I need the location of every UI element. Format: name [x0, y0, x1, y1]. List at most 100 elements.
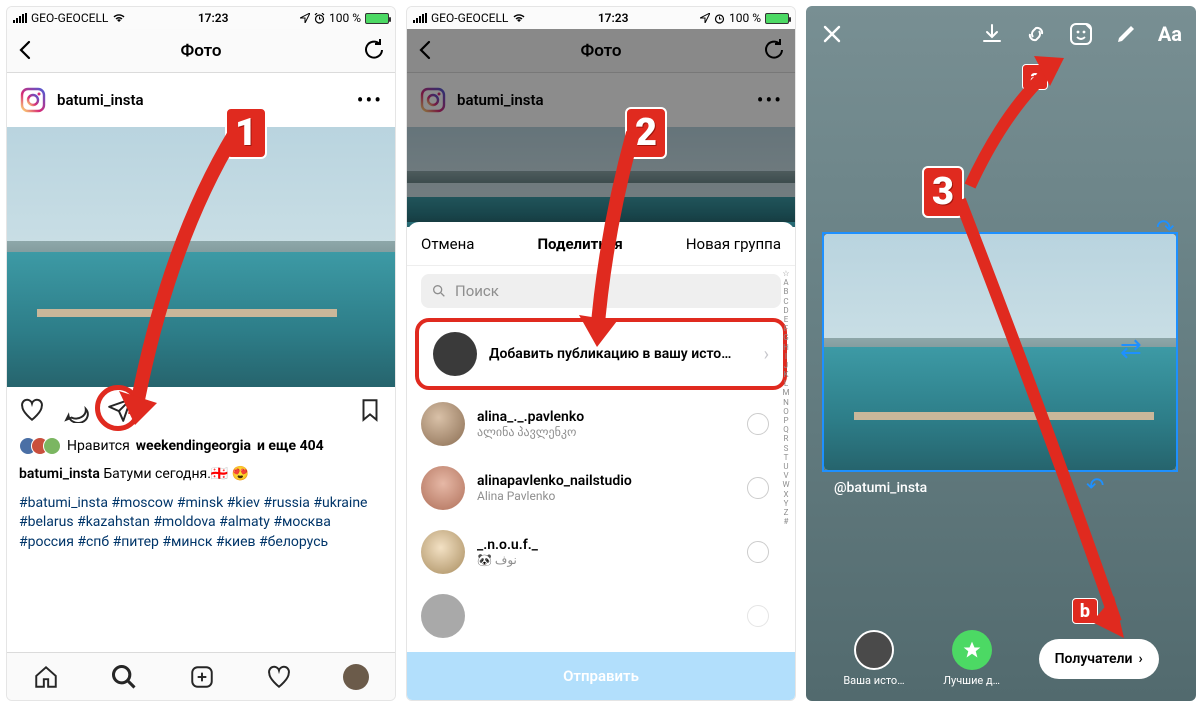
story-toolbar: Aa — [806, 16, 1196, 52]
contact-sub: Alina Pavlenko — [477, 489, 735, 503]
contact-name: alina_._.pavlenko — [477, 409, 735, 425]
nav-header: Фото — [7, 29, 395, 73]
annotation-resize-arrow: ↶ — [1086, 474, 1104, 499]
annotation-resize-arrow: ↷ — [1156, 216, 1174, 241]
draw-icon[interactable] — [1114, 22, 1138, 46]
post-image[interactable] — [7, 127, 395, 387]
bookmark-icon[interactable] — [357, 397, 383, 423]
alpha-index[interactable]: ☆ABCDEFGHIJKLMNOPQRSTUVWXYZ# — [779, 269, 793, 526]
annotation-1: 1 — [225, 107, 267, 159]
recipients-button[interactable]: Получатели › — [1039, 639, 1159, 679]
contact-row[interactable] — [407, 584, 795, 648]
clock-label: 17:23 — [198, 11, 229, 25]
search-row: Поиск — [407, 266, 795, 316]
close-icon[interactable] — [820, 22, 844, 46]
likes-row[interactable]: Нравится weekendingeorgia и еще 404 — [7, 433, 395, 459]
text-tool[interactable]: Aa — [1158, 22, 1182, 46]
caption-username[interactable]: batumi_insta — [19, 466, 100, 482]
likes-suffix: и еще 404 — [257, 438, 324, 454]
more-icon[interactable]: ••• — [357, 88, 383, 112]
tab-activity-icon[interactable] — [266, 664, 292, 690]
dim-overlay[interactable] — [407, 29, 795, 222]
avatar — [421, 402, 465, 446]
reload-icon[interactable] — [361, 37, 387, 63]
tab-home-icon[interactable] — [33, 664, 59, 690]
status-bar: GEO-GEOCELL 17:23 100 % — [7, 7, 395, 29]
location-icon — [300, 13, 310, 23]
tab-add-icon[interactable] — [189, 664, 215, 690]
author-username[interactable]: batumi_insta — [57, 91, 347, 109]
likes-prefix: Нравится — [67, 438, 130, 454]
select-radio[interactable] — [747, 541, 769, 563]
signal-icon — [13, 13, 27, 23]
battery-label: 100 % — [329, 11, 361, 25]
cancel-button[interactable]: Отмена — [421, 235, 474, 253]
select-radio[interactable] — [747, 605, 769, 627]
sheet-header: Отмена Поделиться Новая группа — [407, 222, 795, 266]
sheet-title: Поделиться — [537, 235, 622, 253]
screen-2-share-sheet: GEO-GEOCELL 17:23 100 % Фото batumi_inst… — [406, 6, 796, 701]
post-hashtags[interactable]: #batumi_insta #moscow #minsk #kiev #russ… — [7, 490, 395, 561]
page-title: Фото — [181, 41, 222, 61]
battery-icon — [765, 13, 789, 24]
your-story-label: Ваша исто… — [843, 674, 904, 687]
wifi-icon — [512, 13, 526, 23]
annotation-a: a — [1022, 64, 1048, 90]
share-sheet: Отмена Поделиться Новая группа Поиск Доб… — [407, 222, 795, 700]
story-mention[interactable]: @batumi_insta — [834, 480, 927, 496]
post-actions — [7, 387, 395, 433]
tab-profile-icon[interactable] — [343, 664, 369, 690]
instagram-icon — [19, 86, 47, 114]
link-icon[interactable] — [1024, 22, 1048, 46]
avatar — [433, 332, 477, 376]
annotation-resize-arrow: ⇄ — [1120, 334, 1142, 364]
add-to-story-highlight: Добавить публикацию в вашу исто… › — [415, 318, 787, 390]
contact-row[interactable]: alina_._.pavlenko ალინა პავლენკო — [407, 392, 795, 456]
like-icon[interactable] — [19, 397, 45, 423]
likes-featured-user[interactable]: weekendingeorgia — [136, 438, 251, 454]
alarm-icon — [714, 13, 725, 24]
tab-bar — [7, 652, 395, 700]
location-icon — [700, 13, 710, 23]
chevron-right-icon: › — [764, 344, 769, 365]
contact-row[interactable]: alinapavlenko_nailstudio Alina Pavlenko — [407, 456, 795, 520]
search-input[interactable]: Поиск — [421, 274, 781, 308]
avatar — [421, 530, 465, 574]
avatar — [421, 594, 465, 638]
comment-icon[interactable] — [63, 397, 89, 423]
status-bar: GEO-GEOCELL 17:23 100 % — [407, 7, 795, 29]
battery-label: 100 % — [729, 11, 761, 25]
select-radio[interactable] — [747, 477, 769, 499]
send-button[interactable]: Отправить — [407, 652, 795, 700]
annotation-2: 2 — [625, 107, 667, 159]
contact-name: alinapavlenko_nailstudio — [477, 473, 735, 489]
carrier-label: GEO-GEOCELL — [431, 11, 508, 25]
back-icon[interactable] — [15, 39, 37, 61]
close-friends-label: Лучшие д… — [943, 674, 1000, 687]
contact-sub: 🐼 نوف — [477, 553, 735, 567]
select-radio[interactable] — [747, 413, 769, 435]
search-icon — [431, 283, 447, 299]
contact-row[interactable]: _.n.o.u.f._ 🐼 نوف — [407, 520, 795, 584]
post-author-row[interactable]: batumi_insta ••• — [7, 73, 395, 127]
your-story-button[interactable]: Ваша исто… — [843, 630, 904, 687]
post-caption: batumi_insta Батуми сегодня.🇬🇪 😍 — [7, 459, 395, 490]
annotation-b: b — [1072, 598, 1098, 624]
avatar — [421, 466, 465, 510]
wifi-icon — [112, 13, 126, 23]
screen-1-post: GEO-GEOCELL 17:23 100 % Фото — [6, 6, 396, 701]
close-friends-button[interactable]: Лучшие д… — [943, 630, 1000, 687]
contact-name: _.n.o.u.f._ — [477, 537, 735, 553]
alarm-icon — [314, 13, 325, 24]
recipients-label: Получатели — [1055, 651, 1133, 667]
caption-text: Батуми сегодня.🇬🇪 😍 — [103, 466, 249, 482]
story-bottom-bar: Ваша исто… Лучшие д… Получатели › — [806, 630, 1196, 687]
tab-search-icon[interactable] — [110, 663, 138, 691]
clock-label: 17:23 — [598, 11, 629, 25]
sticker-icon[interactable] — [1068, 21, 1094, 47]
annotation-3: 3 — [922, 166, 964, 218]
add-to-story-row[interactable]: Добавить публикацию в вашу исто… › — [419, 322, 783, 386]
add-to-story-label: Добавить публикацию в вашу исто… — [489, 346, 752, 362]
download-icon[interactable] — [980, 22, 1004, 46]
new-group-button[interactable]: Новая группа — [686, 235, 781, 253]
